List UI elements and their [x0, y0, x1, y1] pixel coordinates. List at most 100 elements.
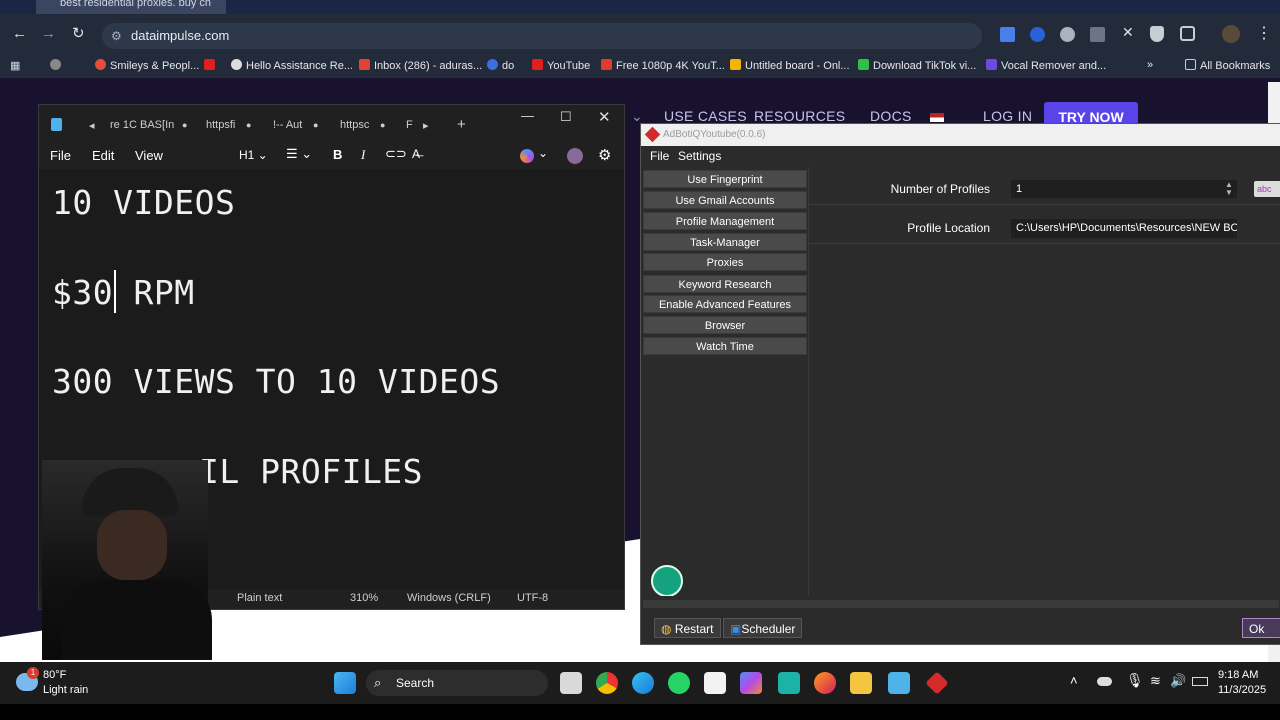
proxies-button[interactable]: Proxies [643, 253, 807, 271]
heading-dropdown[interactable]: H1 ⌄ [239, 148, 268, 162]
close-icon[interactable]: ✕ [598, 108, 611, 126]
microphone-icon[interactable]: 🎙 [1126, 672, 1144, 689]
bookmark-item[interactable]: Inbox (286) - aduras... [359, 59, 482, 72]
battery-icon[interactable] [1192, 677, 1208, 686]
bookmark-item[interactable]: Vocal Remover and... [986, 59, 1106, 72]
address-bar[interactable]: ⚙ dataimpulse.com [102, 23, 982, 49]
edge-icon[interactable] [632, 672, 654, 694]
status-zoom[interactable]: 310% [350, 592, 378, 604]
reload-icon[interactable]: ↻ [72, 24, 85, 42]
tab-scroll-right-icon[interactable]: ▸ [423, 119, 429, 132]
browser-button[interactable]: Browser [643, 316, 807, 334]
grammarly-icon[interactable] [651, 565, 683, 597]
notepad-tab[interactable]: httpsc [340, 119, 369, 131]
bookmark-item[interactable]: Download TikTok vi... [858, 59, 976, 72]
use-fingerprint-button[interactable]: Use Fingerprint [643, 170, 807, 188]
tray-chevron-icon[interactable]: ˄ [1070, 673, 1078, 688]
back-icon[interactable]: ← [12, 25, 27, 42]
scheduler-button[interactable]: ▣Scheduler [723, 618, 803, 638]
watch-time-button[interactable]: Watch Time [643, 337, 807, 355]
notepad-taskbar-icon[interactable] [888, 672, 910, 694]
bookmark-item[interactable]: YouTube [532, 59, 590, 72]
menu-file[interactable]: File [650, 149, 669, 163]
more-bookmarks-button[interactable]: » [1147, 59, 1153, 71]
whatsapp-icon[interactable] [668, 672, 690, 694]
restart-button[interactable]: ◍ Restart [654, 618, 721, 638]
bookmark-item[interactable]: Untitled board - Onl... [730, 59, 850, 72]
taskbar-search[interactable]: ⌕ Search [366, 670, 548, 696]
nav-use-cases[interactable]: USE CASES [664, 108, 747, 124]
file-explorer-icon[interactable] [850, 672, 872, 694]
onedrive-icon[interactable] [1097, 677, 1112, 686]
menu-kebab-icon[interactable]: ⋮ [1256, 23, 1272, 43]
enable-advanced-features-button[interactable]: Enable Advanced Features [643, 295, 807, 313]
wifi-icon[interactable]: ≋ [1150, 673, 1161, 689]
extension-icon[interactable] [1090, 27, 1105, 42]
extension-icon[interactable] [1030, 27, 1045, 42]
bookmark-item[interactable]: Smileys & Peopl... [95, 59, 199, 72]
profile-avatar[interactable] [1222, 25, 1240, 43]
browser-tab[interactable]: best residential proxies. buy ch [36, 0, 226, 14]
tab-scroll-left-icon[interactable]: ◂ [89, 119, 95, 132]
task-view-icon[interactable] [560, 672, 582, 694]
profile-management-button[interactable]: Profile Management [643, 212, 807, 230]
nav-resources[interactable]: RESOURCES [754, 108, 845, 124]
clock-date[interactable]: 11/3/2025 [1218, 684, 1266, 696]
spin-arrows-icon[interactable]: ▲ ▼ [1225, 181, 1233, 197]
language-flag-icon[interactable] [930, 113, 944, 122]
extension-icon[interactable] [1060, 27, 1075, 42]
task-manager-button[interactable]: Task-Manager [643, 233, 807, 251]
notepad-tab[interactable]: BAS[In [140, 119, 174, 131]
bookmark-item[interactable]: do [487, 59, 514, 72]
apps-grid-icon[interactable]: ▦ [10, 59, 20, 72]
store-icon[interactable] [704, 672, 726, 694]
forward-icon[interactable]: → [41, 25, 56, 42]
keyword-research-button[interactable]: Keyword Research [643, 275, 807, 293]
close-extension-icon[interactable]: ✕ [1122, 24, 1134, 41]
shield-icon[interactable] [1150, 26, 1164, 42]
link-icon[interactable]: ⊂⊃ [385, 146, 407, 162]
bookmark-item[interactable] [50, 59, 65, 72]
menu-view[interactable]: View [135, 148, 163, 163]
nav-docs[interactable]: DOCS [870, 108, 912, 124]
translate-extension-icon[interactable] [1000, 27, 1015, 42]
ok-button[interactable]: Ok [1242, 618, 1280, 638]
notepad-tab[interactable]: httpsfi [206, 119, 235, 131]
status-line-ending[interactable]: Windows (CRLF) [407, 592, 491, 604]
profiles-spinbox[interactable]: 1 [1011, 180, 1237, 198]
site-info-icon[interactable]: ⚙ [111, 23, 122, 49]
start-windows-icon[interactable] [334, 672, 356, 694]
weather-temp[interactable]: 80°F [43, 669, 66, 681]
account-avatar[interactable] [567, 148, 583, 164]
firefox-icon[interactable] [814, 672, 836, 694]
b-app-icon[interactable] [778, 672, 800, 694]
weather-desc[interactable]: Light rain [43, 684, 88, 696]
status-encoding[interactable]: UTF-8 [517, 592, 548, 604]
profile-location-input[interactable]: C:\Users\HP\Documents\Resources\NEW BOT … [1011, 219, 1237, 238]
bookmark-item[interactable]: Hello Assistance Re... [231, 59, 353, 72]
all-bookmarks[interactable]: All Bookmarks [1185, 59, 1270, 72]
use-gmail-accounts-button[interactable]: Use Gmail Accounts [643, 191, 807, 209]
new-tab-icon[interactable]: + [457, 116, 466, 133]
settings-gear-icon[interactable]: ⚙ [598, 146, 611, 164]
menu-edit[interactable]: Edit [92, 148, 114, 163]
bookmark-item[interactable]: Free 1080p 4K YouT... [601, 59, 725, 72]
horizontal-scrollbar[interactable] [643, 600, 1279, 608]
adboti-taskbar-icon[interactable] [925, 671, 949, 695]
nav-login[interactable]: LOG IN [983, 108, 1032, 124]
notepad-tab[interactable]: !-- Aut [273, 119, 302, 131]
list-dropdown-icon[interactable]: ☰ ⌄ [286, 146, 312, 162]
copilot-dropdown-icon[interactable]: ⌄ [538, 146, 548, 160]
clock-time[interactable]: 9:18 AM [1218, 669, 1258, 681]
bookmark-item[interactable] [204, 59, 219, 72]
copilot-icon[interactable] [740, 672, 762, 694]
clear-format-icon[interactable]: A̶ [412, 147, 420, 161]
volume-icon[interactable]: 🔊 [1170, 673, 1186, 689]
notepad-tab[interactable]: F [406, 119, 413, 131]
notepad-tab[interactable]: re 1C [110, 119, 137, 131]
puzzle-extensions-icon[interactable] [1180, 26, 1195, 41]
minimize-icon[interactable]: — [521, 108, 534, 123]
menu-settings[interactable]: Settings [678, 149, 721, 163]
copilot-icon[interactable] [520, 149, 534, 163]
bold-icon[interactable]: B [333, 147, 342, 162]
